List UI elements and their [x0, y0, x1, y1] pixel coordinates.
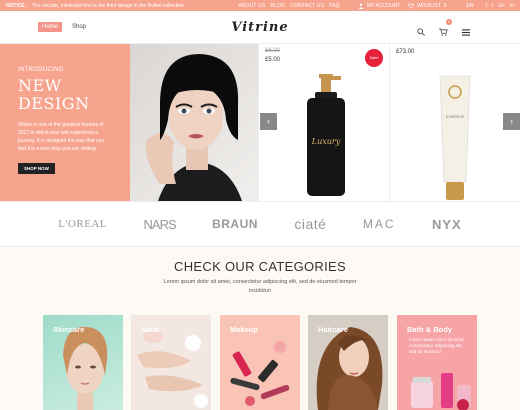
brand-nars[interactable]: NARS [144, 217, 177, 232]
product-card-tube[interactable]: £73.00 SYNERGIE [389, 44, 520, 201]
cart-count: 0 [446, 19, 452, 25]
hero-text-panel: INTRODUCING NEW DESIGN Vitrine is one of… [0, 44, 130, 201]
brand-nyx[interactable]: NYX [432, 217, 462, 232]
linkedin-icon[interactable]: in [510, 3, 514, 9]
my-account-label: MY ACCOUNT [366, 2, 401, 9]
top-nav-blog[interactable]: BLOG [271, 3, 286, 9]
category-label-bath-body: Bath & Body [407, 325, 452, 334]
twitter-icon[interactable]: t [492, 3, 493, 9]
top-nav-faq[interactable]: FAQ [329, 3, 340, 9]
main-nav: Home Shop [38, 22, 90, 32]
top-nav-about[interactable]: ABOUT US [238, 3, 265, 9]
wishlist-label: WISHLIST [417, 2, 441, 9]
tube-image: SYNERGIE [439, 75, 471, 200]
sale-badge: Sale! [365, 49, 383, 67]
brand-loreal[interactable]: L'OREAL [58, 218, 107, 230]
old-price: £6.00 [265, 48, 281, 54]
shop-now-button[interactable]: SHOP NOW [18, 163, 55, 174]
brand-ciate[interactable]: ciaté [294, 216, 326, 232]
cart-icon [439, 28, 448, 36]
hero-title: NEW DESIGN [18, 77, 112, 113]
hero-section: INTRODUCING NEW DESIGN Vitrine is one of… [0, 44, 520, 201]
site-header: Vitrine Home Shop 0 [0, 11, 520, 44]
wishlist-link[interactable]: WISHLIST 0 [408, 2, 447, 9]
category-card-nails[interactable]: Nails [131, 315, 211, 410]
language-selector[interactable]: EN [467, 3, 474, 9]
category-label-nails: Nails [141, 325, 159, 334]
slider-prev-button[interactable]: ‹ [260, 113, 277, 130]
menu-icon[interactable] [462, 28, 470, 36]
category-card-bath-body[interactable]: Bath & Body Lorem ipsum dolor sit amet, … [397, 315, 477, 410]
tube-label: SYNERGIE [446, 115, 465, 119]
search-icon[interactable] [417, 28, 425, 36]
product-price: £6.00 £5.00 [265, 48, 280, 63]
brand-braun[interactable]: BRAUN [212, 217, 258, 231]
nav-home[interactable]: Home [38, 22, 63, 32]
category-description-bath-body: Lorem ipsum dolor sit amet, Consectetur … [409, 337, 465, 354]
hero-model-image [130, 44, 258, 201]
lotion-bottle-image: Luxury [307, 74, 345, 196]
product-card-lotion[interactable]: £6.00 £5.00 Sale! Luxury [258, 44, 389, 201]
language-label: EN [466, 2, 474, 9]
slider-next-button[interactable]: › [503, 113, 520, 130]
category-card-skincare[interactable]: Skincare [43, 315, 123, 410]
my-account-link[interactable]: MY ACCOUNT [358, 3, 400, 9]
wishlist-count: 0 [443, 2, 447, 9]
cart-button[interactable]: 0 [439, 19, 452, 41]
categories-description: Lorem ipsum dolor sit amet, consectetur … [163, 279, 357, 294]
current-price: £5.00 [265, 57, 281, 63]
bottle-label: Luxury [311, 137, 341, 146]
hero-title-line2: DESIGN [18, 94, 90, 113]
product-price-2: £73.00 [396, 49, 414, 55]
social-links: f t G+ in [486, 3, 515, 9]
hero-title-line1: NEW [18, 76, 62, 95]
current-price-2: £73.00 [396, 49, 415, 55]
category-card-haircare[interactable]: Haircare [308, 315, 388, 410]
categories-section: CHECK OUR CATEGORIES Lorem ipsum dolor s… [0, 247, 520, 410]
top-nav-contact[interactable]: CONTACT US [290, 3, 324, 9]
category-card-makeup[interactable]: Makeup [220, 315, 300, 410]
notice-bar: NOTICE : The circular, minimalist line i… [0, 0, 520, 11]
user-icon [358, 3, 364, 9]
notice-label: NOTICE : [6, 2, 28, 9]
category-label-skincare: Skincare [53, 325, 85, 334]
header-icons: 0 [417, 19, 470, 41]
hero-description: Vitrine is one of the greatest themes of… [18, 122, 105, 152]
nav-shop[interactable]: Shop [68, 22, 90, 32]
notice-text: The circular, minimalist line is the thi… [31, 2, 186, 9]
heart-icon [408, 3, 415, 9]
hero-intro: INTRODUCING [18, 67, 64, 73]
category-label-haircare: Haircare [318, 325, 349, 334]
brand-logos: L'OREAL NARS BRAUN ciaté MAC NYX [0, 201, 520, 247]
brand-mac[interactable]: MAC [363, 217, 396, 231]
google-plus-icon[interactable]: G+ [498, 3, 505, 9]
facebook-icon[interactable]: f [486, 3, 487, 9]
category-label-makeup: Makeup [230, 325, 258, 334]
top-nav: ABOUT US BLOG CONTACT US FAQ [238, 3, 339, 9]
categories-title: CHECK OUR CATEGORIES [174, 259, 346, 274]
